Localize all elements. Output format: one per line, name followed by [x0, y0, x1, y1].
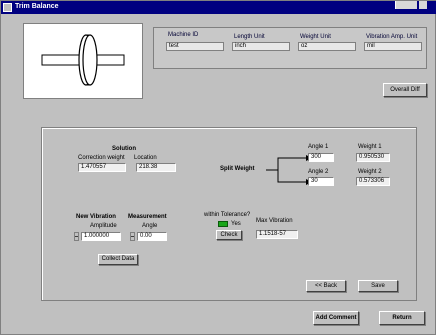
tolerance-value: Yes: [231, 221, 241, 227]
correction-weight-label: Correction weight: [78, 155, 125, 161]
machine-id-label: Machine ID: [168, 32, 199, 38]
back-button[interactable]: << Back: [306, 280, 346, 292]
solution-heading: Solution: [112, 146, 136, 152]
return-button[interactable]: Return: [379, 311, 425, 325]
split-weight-label: Split Weight: [220, 166, 255, 172]
check-button[interactable]: Check: [216, 230, 242, 240]
new-vibration-heading: New Vibration: [76, 214, 116, 220]
app-icon: [3, 3, 12, 12]
max-vibration-label: Max Vibration: [256, 218, 293, 224]
weight-unit-field: oz: [298, 42, 356, 51]
measurement-heading: Measurement: [128, 214, 167, 220]
overall-diff-button[interactable]: Overall Diff: [383, 83, 427, 97]
angle1-label: Angle 1: [308, 144, 329, 150]
tolerance-indicator: [218, 221, 228, 227]
add-comment-button[interactable]: Add Comment: [313, 311, 359, 325]
location-field: 218.38: [136, 163, 176, 172]
main-panel: Solution Correction weight Location 1.47…: [41, 127, 417, 301]
length-unit-field: inch: [232, 42, 290, 51]
collect-data-button[interactable]: Collect Data: [98, 254, 138, 265]
split-arrows-icon: [266, 155, 312, 185]
location-label: Location: [134, 155, 157, 161]
amplitude-field[interactable]: 1.000000: [81, 232, 121, 241]
amplitude-label: Amplitude: [90, 223, 117, 229]
angle1-field[interactable]: 300: [308, 153, 334, 162]
save-button[interactable]: Save: [358, 280, 398, 292]
weight2-field: 0.573306: [356, 177, 390, 186]
rotor-illustration: [41, 34, 125, 86]
window-control-icon[interactable]: [419, 1, 427, 9]
vib-angle-label: Angle: [142, 223, 158, 229]
length-unit-label: Length Unit: [234, 34, 265, 40]
weight1-label: Weight 1: [358, 144, 382, 150]
machine-info-panel: Machine ID test Length Unit inch Weight …: [153, 27, 427, 69]
rotor-diagram: [23, 23, 143, 99]
machine-id-field: test: [166, 42, 224, 51]
weight2-label: Weight 2: [358, 169, 382, 175]
weight1-field: 0.950530: [356, 153, 390, 162]
correction-weight-field: 1.470557: [78, 163, 126, 172]
vib-angle-field[interactable]: 0.00: [137, 232, 167, 241]
angle2-field[interactable]: 30: [308, 177, 334, 186]
weight-unit-label: Weight Unit: [300, 34, 331, 40]
amplitude-stepper[interactable]: [74, 232, 79, 241]
within-tolerance-label: within Tolerance?: [204, 212, 251, 218]
angle2-label: Angle 2: [308, 169, 329, 175]
vibration-unit-label: Vibration Amp. Unit: [366, 34, 418, 40]
max-vibration-field: 1.1518-57: [256, 230, 298, 239]
angle-stepper[interactable]: [130, 232, 135, 241]
title-bar: Trim Balance: [1, 1, 436, 14]
vibration-unit-field: mil: [364, 42, 422, 51]
window-title: Trim Balance: [15, 3, 59, 10]
window-resize-grip[interactable]: [395, 1, 417, 9]
trim-balance-window: Trim Balance Machine ID test Length Unit…: [0, 0, 436, 335]
